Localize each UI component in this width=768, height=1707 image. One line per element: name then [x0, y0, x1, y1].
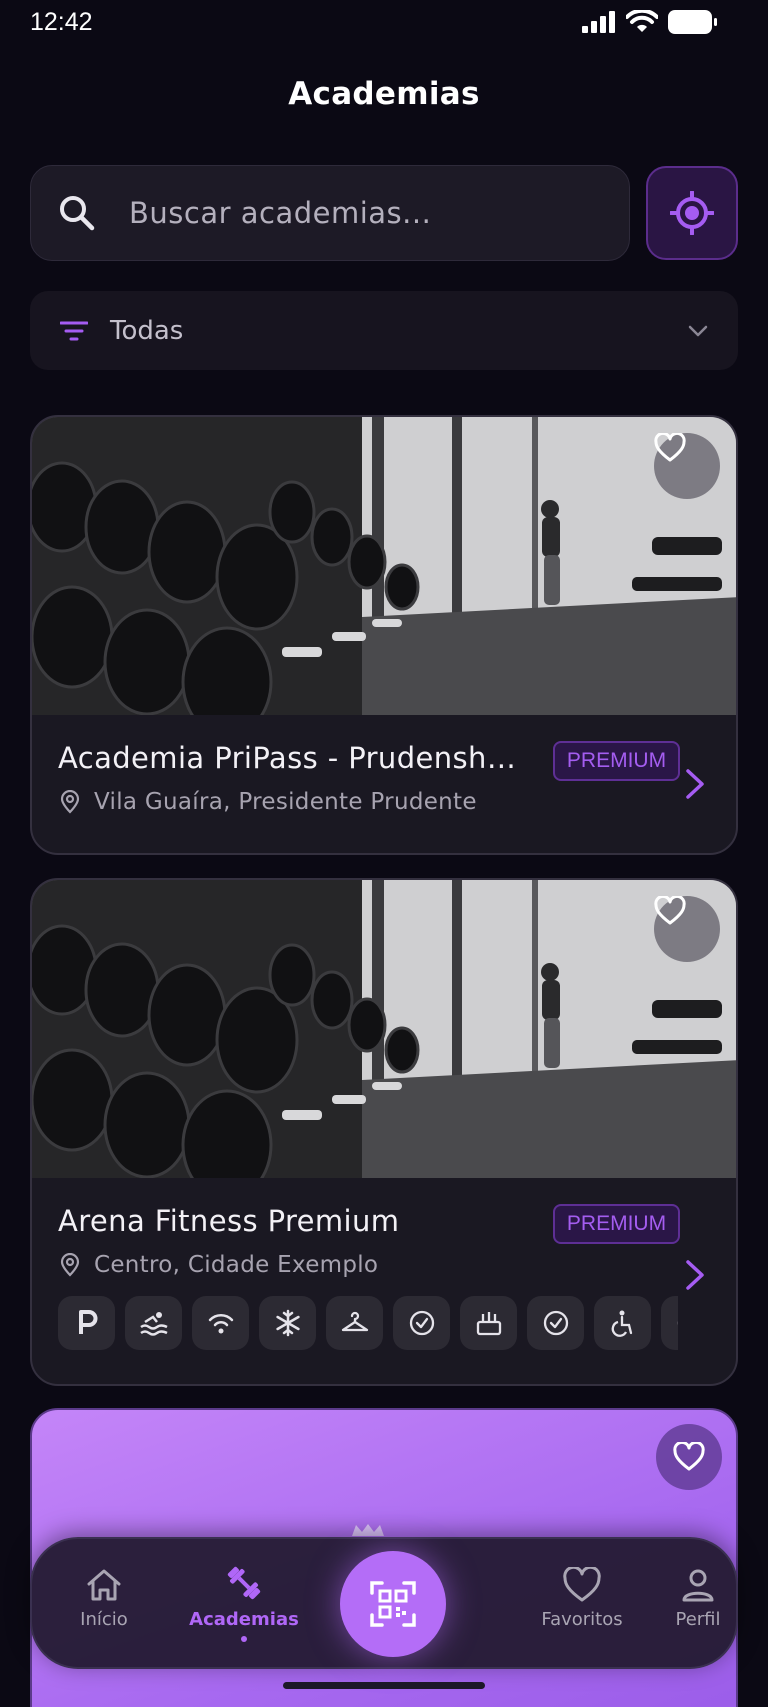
qr-scan-button[interactable] — [340, 1551, 446, 1657]
search-icon — [60, 196, 95, 231]
gym-name: Arena Fitness Premium — [58, 1204, 400, 1238]
nav-item-perfil[interactable]: Perfil — [638, 1567, 758, 1630]
nav-label-favoritos: Favoritos — [541, 1609, 623, 1630]
crown-icon — [352, 1524, 384, 1536]
amenity-chip — [259, 1296, 316, 1350]
amenities-list — [58, 1296, 678, 1350]
status-bar: 12:42 — [0, 0, 768, 44]
premium-badge: PREMIUM — [553, 741, 680, 781]
home-icon — [87, 1569, 121, 1601]
gym-photo-illustration — [32, 417, 736, 715]
gym-location: Vila Guaíra, Presidente Prudente — [58, 789, 710, 815]
pool-icon — [139, 1312, 168, 1336]
nav-item-favoritos[interactable]: Favoritos — [522, 1567, 642, 1630]
gps-target-icon — [670, 191, 714, 235]
amenity-chip — [192, 1296, 249, 1350]
heart-outline-icon — [654, 896, 686, 925]
premium-badge: PREMIUM — [553, 1204, 680, 1244]
check-circle-icon — [409, 1310, 434, 1336]
nav-item-academias[interactable]: Academias — [184, 1563, 304, 1642]
amenity-chip — [594, 1296, 651, 1350]
battery-icon — [668, 10, 717, 34]
search-input[interactable] — [129, 196, 589, 230]
nav-label-academias: Academias — [189, 1609, 299, 1630]
user-icon — [682, 1569, 714, 1602]
gym-card[interactable]: Academia PriPass - Prudensho... PREMIUM … — [30, 415, 738, 855]
gym-photo — [32, 880, 736, 1178]
amenity-chip — [326, 1296, 383, 1350]
chevron-right-icon[interactable] — [684, 1258, 706, 1292]
heart-icon — [563, 1567, 601, 1602]
gym-photo — [32, 417, 736, 715]
chevron-down-icon — [688, 325, 708, 336]
location-pin-icon — [60, 1253, 80, 1277]
amenity-chip — [661, 1296, 678, 1350]
towel-icon — [476, 1312, 501, 1336]
favorite-button[interactable] — [654, 896, 720, 962]
heart-outline-icon — [673, 1442, 705, 1471]
search-box[interactable] — [30, 165, 630, 261]
status-time: 12:42 — [30, 7, 93, 36]
location-pin-icon — [60, 790, 80, 814]
air-conditioning-icon — [275, 1309, 300, 1337]
favorite-button[interactable] — [654, 433, 720, 499]
filter-label: Todas — [110, 315, 184, 346]
wifi-icon — [208, 1313, 233, 1334]
gym-location-text: Vila Guaíra, Presidente Prudente — [94, 789, 477, 815]
heart-outline-icon — [654, 433, 686, 462]
amenity-chip — [58, 1296, 115, 1350]
home-indicator — [283, 1682, 485, 1689]
favorite-button[interactable] — [656, 1424, 722, 1490]
more-icon — [677, 1319, 678, 1327]
gym-card-body: Academia PriPass - Prudensho... PREMIUM … — [32, 715, 736, 815]
filter-icon — [60, 321, 88, 340]
amenity-chip — [393, 1296, 450, 1350]
chevron-right-icon[interactable] — [684, 767, 706, 801]
gym-card-body: Arena Fitness Premium PREMIUM Centro, Ci… — [32, 1178, 736, 1350]
active-indicator — [241, 1636, 247, 1642]
amenity-chip — [527, 1296, 584, 1350]
locate-button[interactable] — [646, 166, 738, 260]
gym-location-text: Centro, Cidade Exemplo — [94, 1252, 379, 1278]
cellular-signal-icon — [582, 11, 615, 33]
filter-select[interactable]: Todas — [30, 291, 738, 370]
parking-icon — [78, 1310, 97, 1334]
amenity-chip — [125, 1296, 182, 1350]
gym-name: Academia PriPass - Prudensho... — [58, 741, 533, 775]
nav-label-inicio: Início — [80, 1609, 128, 1630]
nav-item-inicio[interactable]: Início — [44, 1567, 164, 1630]
hanger-icon — [341, 1311, 368, 1332]
gym-photo-illustration — [32, 880, 736, 1178]
check-circle-icon — [543, 1310, 568, 1336]
page-title: Academias — [288, 76, 480, 112]
accessibility-icon — [611, 1310, 632, 1337]
qr-code-icon — [370, 1581, 416, 1627]
wifi-status-icon — [626, 10, 658, 32]
status-icons — [582, 10, 718, 34]
amenity-chip — [460, 1296, 517, 1350]
bottom-nav: Início Academias Favoritos Perfil — [30, 1537, 738, 1669]
dumbbell-icon — [227, 1566, 261, 1600]
gym-card[interactable]: Arena Fitness Premium PREMIUM Centro, Ci… — [30, 878, 738, 1386]
nav-label-perfil: Perfil — [675, 1609, 721, 1630]
gym-location: Centro, Cidade Exemplo — [58, 1252, 710, 1278]
